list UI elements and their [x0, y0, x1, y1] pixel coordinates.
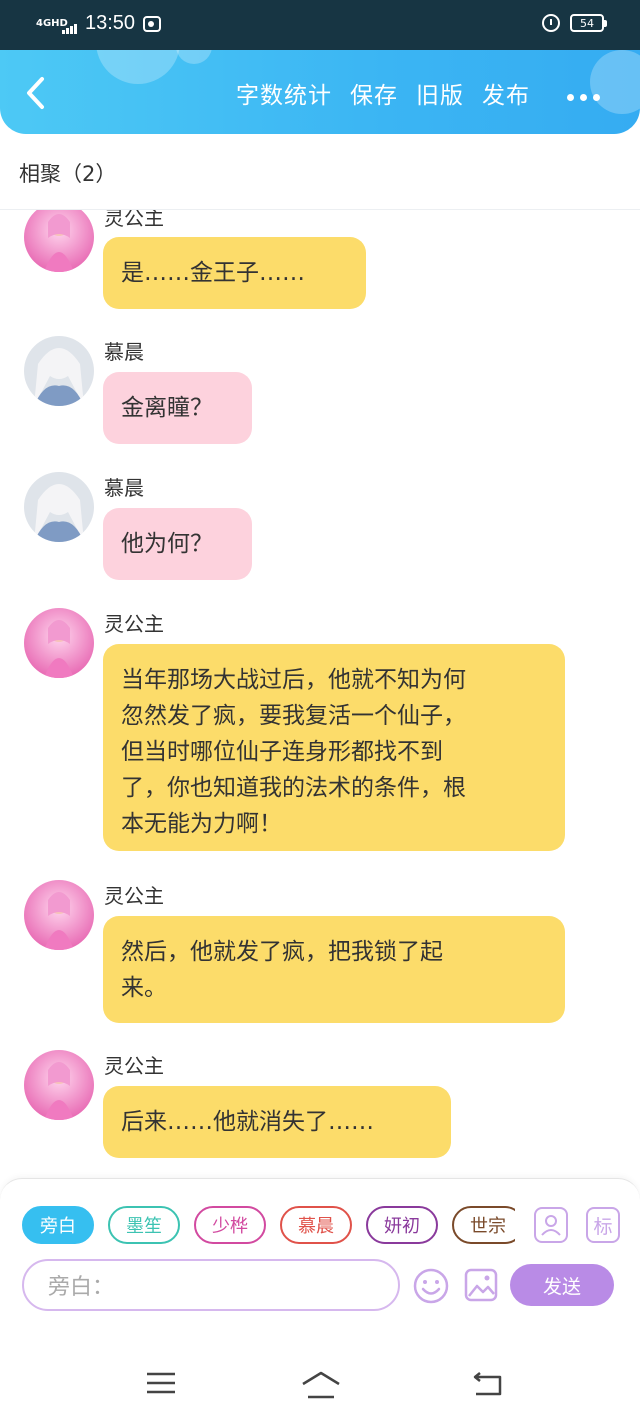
decor-bubble [590, 50, 640, 114]
message-line: 了，你也知道我的法术的条件，根 [121, 775, 466, 801]
character-chip-muchen[interactable]: 慕晨 [280, 1206, 352, 1244]
message-line: 来。 [121, 975, 167, 1001]
system-nav-bar [0, 1312, 640, 1422]
emoji-icon[interactable] [412, 1267, 450, 1305]
sender-name: 慕晨 [104, 476, 144, 500]
message-bubble[interactable]: 是……金王子…… [103, 237, 366, 309]
message-line: 当年那场大战过后，他就不知为何 [121, 667, 466, 693]
character-chip-shizong[interactable]: 世宗 [452, 1206, 515, 1244]
app-notification-icon [143, 15, 162, 32]
character-selector[interactable]: 旁白 墨笙 少桦 慕晨 妍初 世宗 [22, 1206, 515, 1248]
sender-name: 灵公主 [104, 210, 164, 230]
status-bar: 4GHD 13:50 54 [0, 0, 640, 50]
character-chip-mosheng[interactable]: 墨笙 [108, 1206, 180, 1244]
chapter-title-row: 相聚（2） [0, 134, 640, 210]
status-time: 13:50 [85, 12, 136, 34]
avatar-ling-gongzhu[interactable] [24, 1050, 94, 1120]
avatar-mu-chen[interactable] [24, 472, 94, 542]
message-input[interactable]: 旁白： [22, 1259, 400, 1311]
decor-bubble [96, 50, 180, 84]
alarm-icon [542, 14, 560, 32]
save-button[interactable]: 保存 [350, 76, 398, 110]
page-title[interactable]: 相聚（2） [19, 158, 116, 188]
back-arrow-icon[interactable] [22, 76, 52, 110]
menu-icon[interactable] [145, 1370, 177, 1396]
character-manage-icon[interactable] [534, 1207, 568, 1243]
message-bubble[interactable]: 金离瞳？ [103, 372, 252, 444]
sender-name: 慕晨 [104, 340, 144, 364]
back-icon[interactable] [472, 1370, 504, 1398]
message-bubble[interactable]: 当年那场大战过后，他就不知为何 忽然发了疯，要我复活一个仙子， 但当时哪位仙子连… [103, 644, 565, 851]
chat-list[interactable]: 灵公主 是……金王子…… 慕晨 金离瞳？ 慕晨 他为何？ 灵公主 当年那场大战过… [0, 210, 640, 1178]
home-icon[interactable] [300, 1370, 342, 1400]
avatar-mu-chen[interactable] [24, 336, 94, 406]
message-line: 但当时哪位仙子连身形都找不到 [121, 739, 443, 765]
character-chip-yanchu[interactable]: 妍初 [366, 1206, 438, 1244]
sender-name: 灵公主 [104, 884, 164, 908]
character-chip-shaohua[interactable]: 少桦 [194, 1206, 266, 1244]
sender-name: 灵公主 [104, 1054, 164, 1078]
more-icon[interactable] [567, 94, 600, 101]
header-actions: 字数统计 保存 旧版 发布 [236, 76, 530, 110]
top-toolbar: 字数统计 保存 旧版 发布 [0, 50, 640, 134]
compose-panel: 旁白 墨笙 少桦 慕晨 妍初 世宗 标 旁白： 发送 [0, 1178, 640, 1313]
avatar-ling-gongzhu[interactable] [24, 880, 94, 950]
send-button[interactable]: 发送 [510, 1264, 614, 1306]
battery-icon: 54 [570, 14, 607, 32]
word-count-button[interactable]: 字数统计 [236, 76, 332, 110]
avatar-ling-gongzhu[interactable] [24, 608, 94, 678]
message-line: 本无能为力啊！ [121, 811, 282, 837]
sender-name: 灵公主 [104, 612, 164, 636]
message-bubble[interactable]: 然后，他就发了疯，把我锁了起 来。 [103, 916, 565, 1023]
message-line: 然后，他就发了疯，把我锁了起 [121, 939, 443, 965]
mark-icon[interactable]: 标 [586, 1207, 620, 1243]
avatar-ling-gongzhu[interactable] [24, 210, 94, 272]
image-icon[interactable] [463, 1267, 499, 1303]
old-version-button[interactable]: 旧版 [416, 76, 464, 110]
message-line: 忽然发了疯，要我复活一个仙子， [121, 703, 466, 729]
message-bubble[interactable]: 后来……他就消失了…… [103, 1086, 451, 1158]
decor-bubble [176, 50, 212, 64]
message-bubble[interactable]: 他为何？ [103, 508, 252, 580]
publish-button[interactable]: 发布 [482, 76, 530, 110]
character-chip-narrator[interactable]: 旁白 [22, 1206, 94, 1244]
signal-icon [62, 23, 77, 34]
